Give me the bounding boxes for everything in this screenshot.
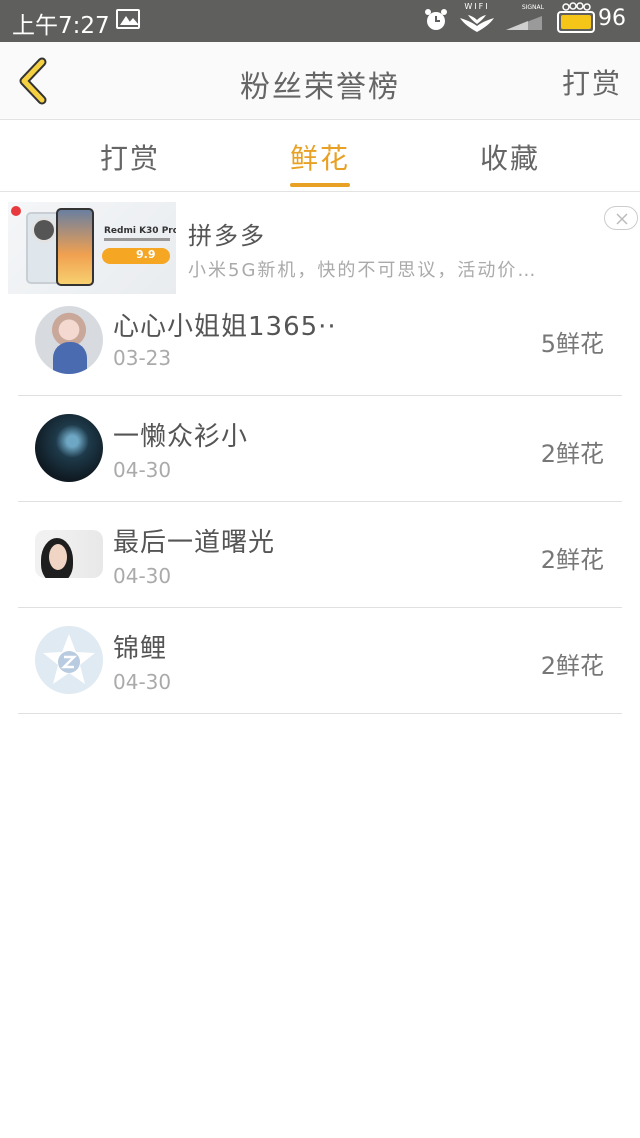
fan-name: 最后一道曙光: [113, 528, 276, 558]
tab-reward[interactable]: 打赏: [70, 137, 190, 177]
ad-banner[interactable]: Redmi K30 Pro 9.9 拼多多 小米5G新机，快的不可思议，活动价…: [0, 196, 640, 298]
status-time: 上午7:27: [12, 13, 110, 39]
tab-indicator: [290, 183, 350, 187]
fan-name: 锦鲤: [113, 634, 168, 664]
ad-product-subtitle: [104, 238, 170, 241]
battery-icon: [557, 2, 595, 33]
fan-amount: 5鲜花: [540, 330, 604, 358]
page-title: 粉丝荣誉榜: [240, 70, 400, 105]
list-item[interactable]: 最后一道曙光 04-30 2鲜花: [18, 502, 622, 608]
fan-list: 心心小姐姐1365·· 03-23 5鲜花 一懒众衫小 04-30 2鲜花 最后…: [18, 290, 622, 714]
fan-date: 04-30: [113, 458, 172, 482]
signal-icon: SIGNAL: [504, 4, 544, 34]
tab-favorites[interactable]: 收藏: [450, 137, 570, 177]
tab-flowers[interactable]: 鲜花: [260, 137, 380, 177]
fan-name: 一懒众衫小: [113, 422, 249, 452]
wifi-icon: WIFI: [458, 2, 496, 36]
ad-product-name: Redmi K30 Pro: [104, 226, 176, 236]
default-avatar-icon: [43, 634, 95, 684]
ad-image: Redmi K30 Pro 9.9: [8, 202, 176, 294]
alarm-icon: [425, 9, 447, 30]
ad-description: 小米5G新机，快的不可思议，活动价…: [188, 260, 538, 281]
avatar: [35, 530, 103, 578]
reward-button[interactable]: 打赏: [562, 62, 622, 102]
phone-front-image: [56, 208, 94, 286]
ad-close-button[interactable]: [604, 206, 638, 230]
brand-logo-icon: [11, 206, 21, 216]
ad-title: 拼多多: [188, 222, 266, 250]
avatar: [35, 414, 103, 482]
image-icon: [116, 9, 140, 29]
list-item[interactable]: 心心小姐姐1365·· 03-23 5鲜花: [18, 290, 622, 396]
fan-amount: 2鲜花: [540, 546, 604, 574]
fan-name: 心心小姐姐1365··: [113, 312, 337, 342]
close-icon: [616, 213, 628, 225]
avatar: [35, 626, 103, 694]
battery-level: 96: [598, 6, 626, 31]
fan-date: 04-30: [113, 564, 172, 588]
list-item[interactable]: 一懒众衫小 04-30 2鲜花: [18, 396, 622, 502]
header: 粉丝荣誉榜 打赏: [0, 42, 640, 120]
list-item[interactable]: 锦鲤 04-30 2鲜花: [18, 608, 622, 714]
ad-price: 9.9: [136, 248, 156, 261]
status-bar: 上午7:27 WIFI SIGNAL 96: [0, 0, 640, 42]
fan-date: 04-30: [113, 670, 172, 694]
tab-bar: 打赏 鲜花 收藏: [0, 121, 640, 192]
fan-date: 03-23: [113, 346, 172, 370]
fan-amount: 2鲜花: [540, 652, 604, 680]
fan-amount: 2鲜花: [540, 440, 604, 468]
avatar: [35, 306, 103, 374]
